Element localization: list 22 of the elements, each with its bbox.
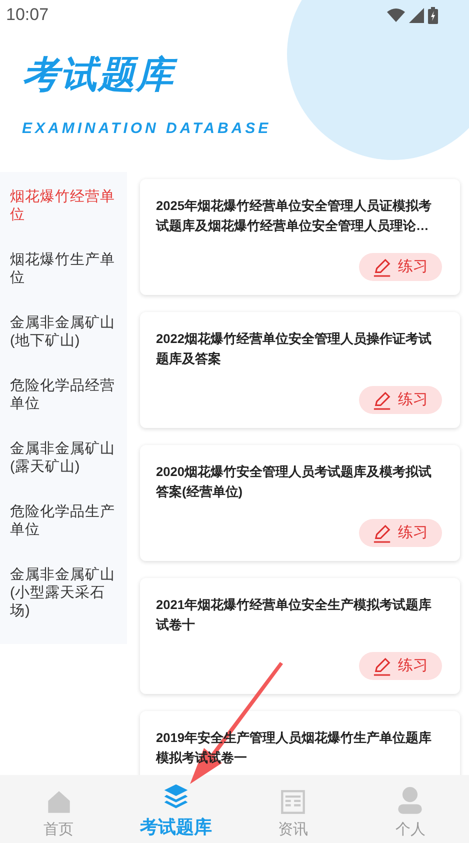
practice-button[interactable]: 练习 xyxy=(359,253,442,281)
exam-card[interactable]: 2021年烟花爆竹经营单位安全生产模拟考试题库试卷十 练习 xyxy=(140,578,460,694)
exam-title: 2025年烟花爆竹经营单位安全管理人员证模拟考试题库及烟花爆竹经营单位安全管理人员理论… xyxy=(156,197,432,235)
category-item[interactable]: 金属非金属矿山(露天矿山) xyxy=(0,428,127,491)
exam-card[interactable]: 2020烟花爆竹安全管理人员考试题库及模考拟试答案(经营单位) 练习 xyxy=(140,445,460,561)
exam-card[interactable]: 2025年烟花爆竹经营单位安全管理人员证模拟考试题库及烟花爆竹经营单位安全管理人员理论… 练习 xyxy=(140,179,460,295)
status-time: 10:07 xyxy=(6,4,49,26)
category-item[interactable]: 烟花爆竹生产单位 xyxy=(0,239,127,302)
practice-button[interactable]: 练习 xyxy=(359,519,442,547)
category-item[interactable]: 金属非金属矿山(小型露天采石场) xyxy=(0,554,127,632)
practice-button[interactable]: 练习 xyxy=(359,386,442,414)
page-title: 考试题库 xyxy=(22,56,469,93)
category-item[interactable]: 金属非金属矿山(地下矿山) xyxy=(0,302,127,365)
exam-title: 2020烟花爆竹安全管理人员考试题库及模考拟试答案(经营单位) xyxy=(156,463,432,501)
category-item[interactable]: 危险化学品经营单位 xyxy=(0,365,127,428)
category-item[interactable]: 烟花爆竹经营单位 xyxy=(0,176,127,239)
exam-title: 2021年烟花爆竹经营单位安全生产模拟考试题库试卷十 xyxy=(156,596,432,634)
practice-button[interactable]: 练习 xyxy=(359,652,442,680)
exam-card[interactable]: 2022烟花爆竹经营单位安全管理人员操作证考试题库及答案 练习 xyxy=(140,312,460,428)
category-item[interactable]: 危险化学品生产单位 xyxy=(0,491,127,554)
exam-title: 2022烟花爆竹经营单位安全管理人员操作证考试题库及答案 xyxy=(156,330,432,368)
page-subtitle: EXAMINATION DATABASE xyxy=(22,121,272,136)
